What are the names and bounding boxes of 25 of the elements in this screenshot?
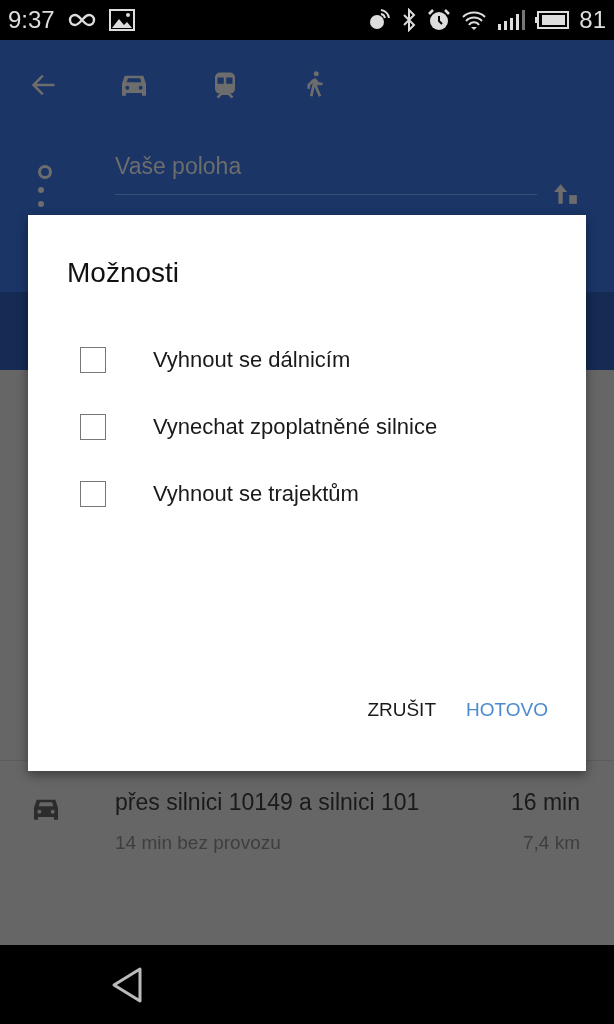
infinity-icon bbox=[66, 12, 97, 28]
cancel-button[interactable]: ZRUŠIT bbox=[359, 691, 444, 729]
battery-icon bbox=[535, 11, 570, 29]
option-label[interactable]: Vynechat zpoplatněné silnice bbox=[153, 414, 438, 440]
origin-field[interactable]: Vaše poloha bbox=[115, 138, 537, 195]
clock-time: 9:37 bbox=[8, 6, 55, 34]
checkbox[interactable] bbox=[80, 347, 106, 373]
checkbox[interactable] bbox=[80, 481, 106, 507]
image-icon bbox=[108, 9, 135, 31]
satellite-icon bbox=[367, 8, 392, 32]
wifi-icon bbox=[461, 10, 488, 30]
signal-icon bbox=[497, 10, 526, 30]
alarm-icon bbox=[427, 8, 452, 32]
bluetooth-icon bbox=[401, 8, 418, 32]
swap-arrows-icon[interactable] bbox=[553, 182, 579, 204]
dialog-title: Možnosti bbox=[67, 257, 181, 289]
route-duration: 16 min bbox=[510, 789, 580, 816]
checkbox[interactable] bbox=[80, 414, 106, 440]
done-button[interactable]: HOTOVO bbox=[458, 691, 556, 729]
battery-percent: 81 bbox=[579, 6, 606, 34]
option-label[interactable]: Vyhnout se dálnicím bbox=[153, 347, 351, 373]
route-summary: přes silnici 10149 a silnici 101 bbox=[115, 789, 420, 816]
origin-circle-icon bbox=[37, 164, 53, 180]
option-label[interactable]: Vyhnout se trajektům bbox=[153, 481, 359, 507]
back-icon[interactable] bbox=[110, 965, 144, 1004]
